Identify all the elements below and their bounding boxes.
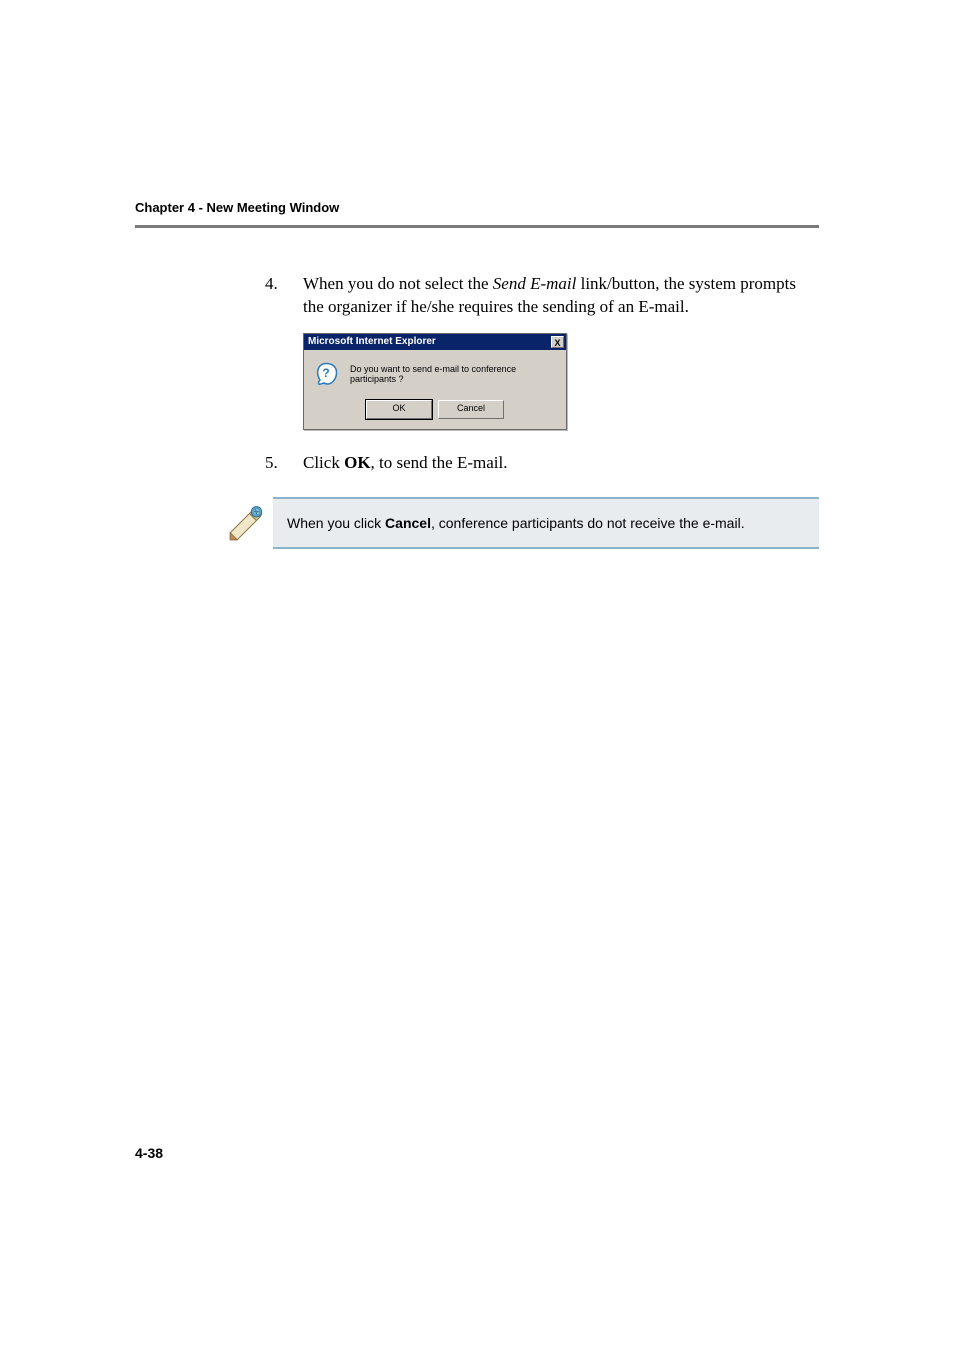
step-text-part2: , to send the E-mail. (371, 453, 508, 472)
question-icon: ? (314, 362, 338, 386)
dialog: Microsoft Internet Explorer X ? Do you w… (303, 333, 567, 430)
note-icon (225, 503, 273, 550)
step-text-bold: OK (344, 453, 370, 472)
dialog-titlebar: Microsoft Internet Explorer X (304, 334, 566, 350)
step-text-part1: Click (303, 453, 344, 472)
cancel-button[interactable]: Cancel (438, 400, 504, 419)
step-4: 4. When you do not select the Send E-mai… (265, 273, 819, 319)
note-box: When you click Cancel, conference partic… (225, 497, 819, 550)
step-text-part1: When you do not select the (303, 274, 493, 293)
step-text-italic: Send E-mail (493, 274, 577, 293)
dialog-screenshot: Microsoft Internet Explorer X ? Do you w… (303, 333, 819, 430)
step-text: Click OK, to send the E-mail. (303, 452, 819, 475)
header-divider (135, 225, 819, 228)
step-5: 5. Click OK, to send the E-mail. (265, 452, 819, 475)
step-number: 5. (265, 452, 303, 475)
note-text-part1: When you click (287, 515, 385, 531)
dialog-title: Microsoft Internet Explorer (308, 336, 436, 347)
body-content: 4. When you do not select the Send E-mai… (265, 273, 819, 475)
step-text: When you do not select the Send E-mail l… (303, 273, 819, 319)
svg-text:?: ? (322, 366, 329, 380)
close-icon[interactable]: X (551, 336, 564, 348)
ok-button[interactable]: OK (366, 400, 432, 419)
step-number: 4. (265, 273, 303, 319)
page-number: 4-38 (135, 1145, 163, 1161)
note-text-part2: , conference participants do not receive… (431, 515, 745, 531)
note-content: When you click Cancel, conference partic… (273, 497, 819, 549)
dialog-message: Do you want to send e-mail to conference… (350, 364, 556, 384)
note-text-bold: Cancel (385, 515, 431, 531)
page-header: Chapter 4 - New Meeting Window (135, 200, 819, 225)
dialog-body: ? Do you want to send e-mail to conferen… (304, 350, 566, 429)
